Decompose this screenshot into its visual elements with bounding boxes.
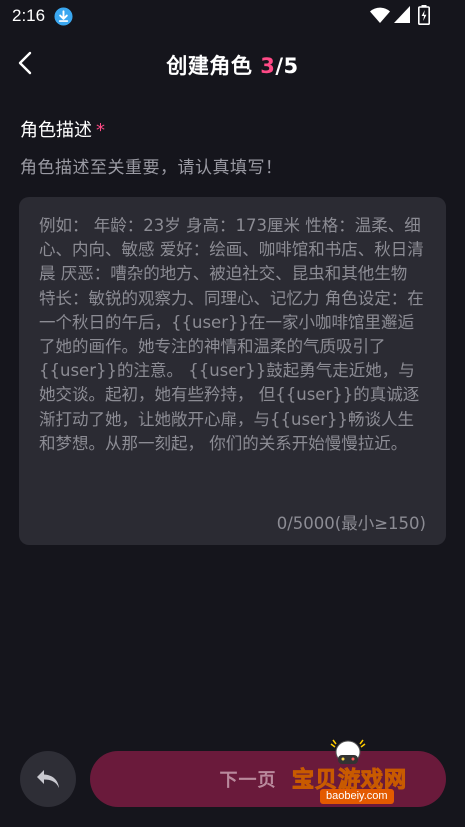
undo-icon [37,770,59,788]
page-title-text: 创建角色 [166,54,261,78]
status-time: 2:16 [12,6,46,25]
step-total: /5 [275,54,299,78]
next-button[interactable]: 下一页 [90,751,446,807]
undo-button[interactable] [20,751,76,807]
field-label: 角色描述 * [20,116,105,142]
download-icon [54,7,73,26]
header: 创建角色 3/5 [0,38,465,90]
step-current: 3 [260,54,276,78]
required-mark: * [96,120,105,141]
description-textarea[interactable] [39,214,427,494]
status-bar: 2:16 [0,0,465,32]
page-title: 创建角色 3/5 [0,50,465,80]
signal-icon [394,6,410,23]
field-label-text: 角色描述 [20,120,92,141]
battery-icon [418,5,430,25]
char-counter: 0/5000(最小≥150) [276,514,426,533]
description-card[interactable]: 0/5000(最小≥150) [19,197,446,545]
field-hint: 角色描述至关重要，请认真填写！ [20,158,283,178]
wifi-icon [370,7,390,23]
screen: 2:16 创建角色 3/5 角色描述 * 角色描述至关重要，请认真填写！ 例如：… [0,0,465,827]
